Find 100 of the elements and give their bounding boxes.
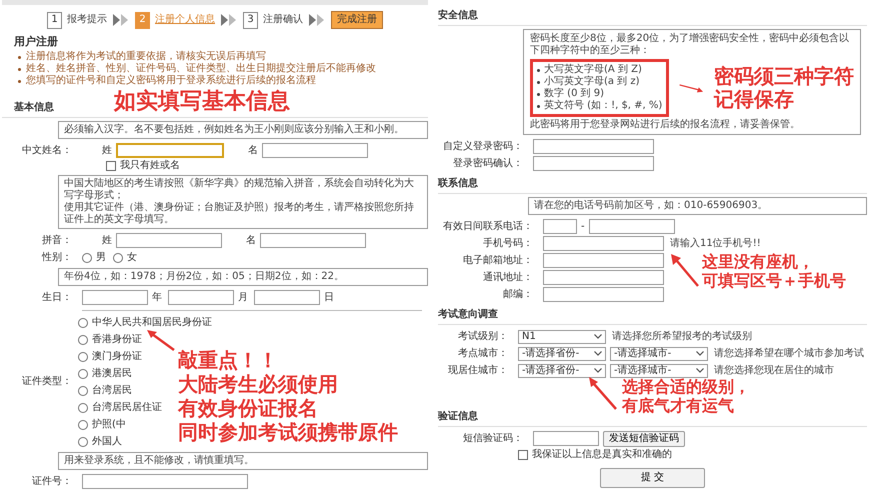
radio-button[interactable] [78, 386, 88, 396]
unit-label: 日 [324, 292, 334, 304]
info-text: 密码长度至少8位，最多20位，为了增强密码安全性，密码中必须包含以下四种字符中的至少三种： [530, 33, 850, 57]
annotation-text: 有效身份证报名 [178, 396, 319, 420]
field-note: 请输入11位手机号!! [670, 238, 761, 250]
dropdown[interactable]: -请选择城市- [610, 346, 708, 360]
radio-button[interactable] [78, 436, 88, 446]
annotation-text: 如实填写基本信息 [114, 89, 290, 114]
field-label: 名 [246, 234, 256, 246]
caret-icon [594, 368, 602, 373]
field-note: 请您选择希望在哪个城市参加考试 [714, 348, 864, 360]
dropdown[interactable]: N1 [518, 330, 606, 344]
field-label: 中文姓名： [21, 144, 72, 156]
send-code-button[interactable]: 发送短信验证码 [603, 430, 685, 446]
area-code-input[interactable] [543, 219, 577, 234]
submit-button[interactable]: 提 交 [600, 468, 706, 488]
radio-button[interactable] [78, 402, 88, 412]
field-label: 有效日间联系电话： [442, 220, 533, 232]
bullet-icon [537, 80, 540, 84]
text-input[interactable] [254, 290, 320, 305]
field-label: 手机号码： [482, 238, 533, 250]
separator-text: - [581, 220, 585, 232]
radio-label: 香港身份证 [92, 334, 142, 346]
annotation-arrow [588, 377, 618, 411]
annotation-text: 有底气才有运气 [622, 396, 735, 415]
bullet-icon [18, 80, 21, 82]
radio-label: 男 [96, 252, 106, 264]
field-label: 现居住城市： [447, 364, 508, 376]
radio-label: 女 [127, 252, 137, 264]
radio-label: 台湾居民居住证 [92, 402, 162, 414]
text-input[interactable] [116, 233, 222, 248]
step-number: 3 [243, 12, 258, 28]
field-note: 请您选择您现在居住的城市 [714, 364, 834, 376]
finish-step-button[interactable]: 完成注册 [331, 11, 383, 29]
notice-text: 注册信息将作为考试的重要依据，请核实无误后再填写 [26, 51, 266, 62]
radio-button[interactable] [78, 334, 88, 344]
text-input[interactable] [116, 143, 224, 158]
annotation-text: 选择合适的级别， [622, 377, 750, 396]
hint-box: 请在您的电话号码前加区号，如：010-65906903。 [528, 197, 867, 215]
field-label: 短信验证码： [462, 432, 523, 444]
radio-label: 台湾居民 [92, 384, 132, 396]
step-label: 注册确认 [263, 14, 303, 26]
field-label: 姓 [102, 144, 112, 156]
text-input[interactable] [543, 253, 664, 268]
text-input[interactable] [168, 290, 234, 305]
rule-text: 小写英文字母(a 到 z) [544, 76, 640, 88]
bullet-icon [537, 68, 540, 72]
annotation-text: 这里没有座机， [702, 252, 815, 271]
rule-text: 数字 (0 到 9) [544, 88, 604, 100]
radio-button[interactable] [78, 318, 88, 328]
radio-button[interactable] [78, 420, 88, 430]
password-input[interactable] [533, 156, 654, 171]
dropdown[interactable]: -请选择省份- [518, 364, 606, 378]
annotation-text: 密码须三种字符 [714, 65, 854, 88]
checkbox[interactable] [518, 450, 528, 460]
unit-label: 年 [152, 292, 162, 304]
hint-box: 必须输入汉字。名不要包括姓，例如姓名为王小刚则应该分别输入王和小刚。 [58, 121, 428, 139]
radio-button[interactable] [82, 252, 92, 262]
checkbox-label: 我保证以上信息是真实和准确的 [532, 448, 672, 460]
radio-button[interactable] [113, 252, 123, 262]
text-input[interactable] [543, 287, 664, 302]
section-title: 基本信息 [14, 102, 54, 114]
password-input[interactable] [533, 139, 654, 154]
dropdown[interactable]: -请选择省份- [518, 346, 606, 360]
text-input[interactable] [260, 233, 366, 248]
hint-box: 用来登录系统，且不能修改，请慎重填写。 [58, 452, 428, 470]
annotation-text: 大陆考生必须使用 [178, 372, 339, 396]
annotation-text: 记得保存 [714, 88, 795, 111]
annotation-text: 可填写区号＋手机号 [702, 271, 846, 290]
field-label: 电子邮箱地址： [462, 254, 533, 266]
radio-label: 中华人民共和国居民身份证 [92, 316, 212, 328]
step-number: 1 [47, 12, 62, 28]
section-title: 验证信息 [438, 411, 479, 423]
text-input[interactable] [543, 270, 664, 285]
bullet-icon [537, 104, 540, 108]
text-input[interactable] [543, 236, 664, 251]
checkbox[interactable] [106, 161, 116, 171]
field-note: 请选择您所希望报考的考试级别 [612, 330, 752, 342]
dropdown[interactable]: -请选择城市- [610, 364, 708, 378]
bullet-icon [18, 56, 21, 58]
field-label: 自定义登录密码： [442, 140, 523, 152]
annotation-text: 同时参加考试须携带原件 [178, 420, 398, 444]
text-input[interactable] [82, 474, 248, 489]
caret-icon [696, 351, 704, 356]
radio-button[interactable] [78, 368, 88, 378]
page-title: 用户注册 [14, 35, 59, 49]
section-title: 联系信息 [438, 178, 479, 190]
radio-label: 外国人 [92, 436, 122, 448]
rule-text: 大写英文字母(A 到 Z) [544, 64, 642, 76]
step-label: 报考提示 [67, 14, 107, 26]
field-label: 拼音： [41, 234, 72, 246]
bullet-icon [537, 92, 540, 96]
field-label: 证件类型： [21, 376, 72, 388]
radio-button[interactable] [78, 352, 88, 362]
code-input[interactable] [533, 431, 599, 446]
step-number: 2 [135, 12, 150, 28]
section-title: 安全信息 [438, 10, 479, 22]
text-input[interactable] [262, 143, 368, 158]
text-input[interactable] [82, 290, 148, 305]
phone-input[interactable] [588, 219, 675, 234]
